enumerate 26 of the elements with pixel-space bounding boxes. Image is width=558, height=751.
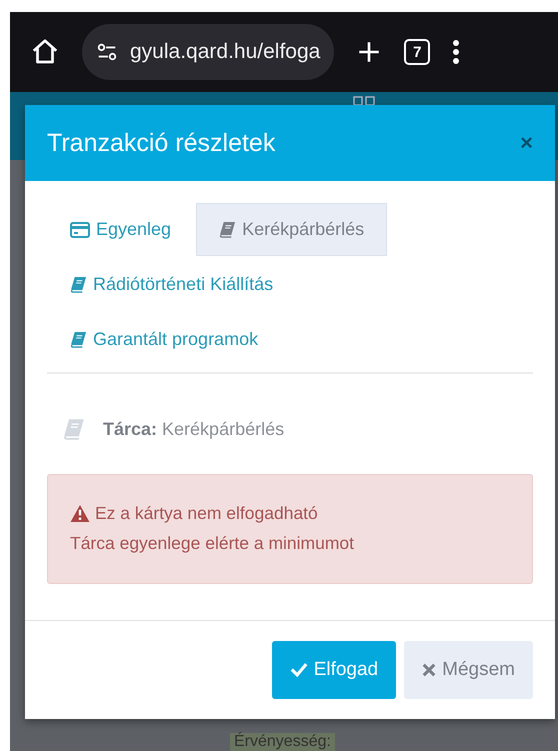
cancel-button[interactable]: Mégsem [404,640,533,698]
url-text: gyula.qard.hu/elfoga [130,40,320,64]
book-icon [219,221,236,238]
modal-title: Tranzakció részletek [47,128,276,158]
wallet-tab[interactable]: Garantált programok [61,313,533,366]
wallet-tab[interactable]: Kerékpárbérlés [196,203,388,256]
close-icon [422,662,436,676]
accept-button[interactable]: Elfogad [272,640,396,698]
close-button[interactable]: × [520,130,533,156]
background-text: Érvényesség: [230,733,335,751]
wallet-tab[interactable]: Rádiótörténeti Kiállítás [61,258,533,311]
tab-count-button[interactable]: 7 [404,39,430,65]
check-icon [290,662,308,677]
warning-icon [70,505,90,522]
site-settings-icon[interactable] [96,41,118,63]
alert-text: Tárca egyenlege elérte a minimumot [70,532,354,555]
credit-card-icon [70,222,90,238]
book-icon [70,331,87,348]
wallet-tab[interactable]: Egyenleg [61,203,180,256]
alert-text: Ez a kártya nem elfogadható [95,502,318,525]
book-icon [70,276,87,293]
menu-icon[interactable] [452,40,460,64]
address-bar[interactable]: gyula.qard.hu/elfoga [82,24,334,80]
wallet-label: Tárca: Kerékpárbérlés [103,418,284,440]
book-icon [63,418,85,440]
grid-icon [353,96,375,106]
